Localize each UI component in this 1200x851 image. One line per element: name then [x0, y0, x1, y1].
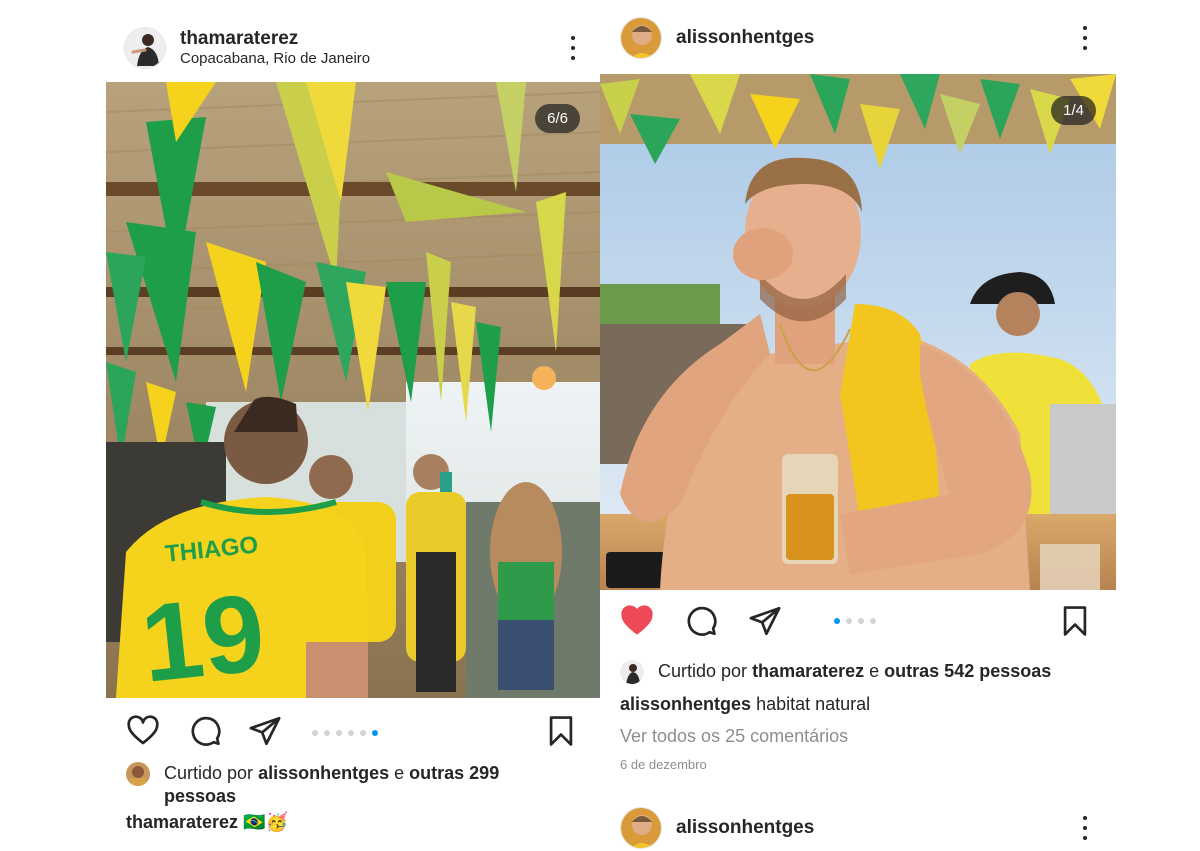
heart-icon[interactable] [126, 714, 160, 748]
more-vertical-icon[interactable] [1080, 26, 1090, 50]
caption-text: 🇧🇷🥳 [243, 812, 288, 832]
carousel-dot [372, 730, 378, 736]
likes-user-link[interactable]: alissonhentges [258, 763, 389, 783]
comment-bubble-icon[interactable] [684, 604, 718, 638]
carousel-counter: 6/6 [535, 104, 580, 133]
caption-text: habitat natural [756, 694, 871, 714]
likes-prefix: Curtido por [658, 661, 748, 681]
post-photo[interactable]: THIAGO 19 6/6 [106, 82, 600, 698]
post-alissonhentges: alissonhentges 1/4 Curtido por thamarate… [600, 10, 1116, 851]
post-photo[interactable]: 1/4 [600, 74, 1116, 590]
bookmark-icon[interactable] [544, 714, 578, 748]
post-header: alissonhentges [600, 8, 1116, 68]
likes-prefix: Curtido por [164, 763, 254, 783]
carousel-dots [312, 730, 378, 736]
carousel-dot [870, 618, 876, 624]
caption-username[interactable]: thamaraterez [126, 812, 238, 832]
jersey-number-text: 19 [136, 571, 271, 698]
carousel-dots [834, 618, 876, 624]
liker-avatar[interactable] [620, 660, 644, 684]
view-comments-link[interactable]: Ver todos os 25 comentários [620, 726, 848, 747]
carousel-dot [312, 730, 318, 736]
heart-icon[interactable] [620, 604, 654, 638]
carousel-dot [846, 618, 852, 624]
post-actions [106, 710, 600, 758]
liker-avatar[interactable] [126, 762, 150, 786]
post-date: 6 de dezembro [620, 757, 707, 772]
likes-mid: e [869, 661, 880, 681]
photo-bar-crowd: THIAGO 19 [106, 82, 600, 698]
post-caption: thamaraterez 🇧🇷🥳 [126, 812, 288, 833]
post-caption: alissonhentges habitat natural [620, 694, 870, 715]
carousel-dot [360, 730, 366, 736]
likes-mid: e [394, 763, 405, 783]
avatar[interactable] [620, 17, 662, 59]
bookmark-icon[interactable] [1058, 604, 1092, 638]
comment-bubble-icon[interactable] [188, 714, 222, 748]
post-location[interactable]: Copacabana, Rio de Janeiro [180, 50, 370, 69]
next-post-header: alissonhentges [600, 798, 1116, 851]
photo-man-with-beer [600, 74, 1116, 590]
post-actions [600, 602, 1116, 650]
post-header: thamaraterez Copacabana, Rio de Janeiro [106, 18, 600, 78]
more-vertical-icon[interactable] [1080, 816, 1090, 840]
carousel-counter: 1/4 [1051, 96, 1096, 125]
more-vertical-icon[interactable] [568, 36, 578, 60]
paper-plane-icon[interactable] [248, 714, 282, 748]
paper-plane-icon[interactable] [748, 604, 782, 638]
caption-username[interactable]: alissonhentges [620, 694, 751, 714]
carousel-dot [336, 730, 342, 736]
carousel-dot [834, 618, 840, 624]
carousel-dot [858, 618, 864, 624]
likes-others-link[interactable]: outras 542 pessoas [884, 661, 1051, 681]
likes-summary: Curtido por thamaraterez e outras 542 pe… [620, 660, 1106, 684]
avatar[interactable] [124, 27, 166, 69]
likes-summary: Curtido por alissonhentges e outras 299 … [126, 762, 590, 808]
post-username[interactable]: alissonhentges [676, 27, 814, 49]
likes-user-link[interactable]: thamaraterez [752, 661, 864, 681]
avatar[interactable] [620, 807, 662, 849]
post-username[interactable]: alissonhentges [676, 817, 814, 839]
post-username[interactable]: thamaraterez [180, 28, 370, 50]
carousel-dot [324, 730, 330, 736]
post-thamaraterez: thamaraterez Copacabana, Rio de Janeiro [106, 18, 600, 851]
carousel-dot [348, 730, 354, 736]
